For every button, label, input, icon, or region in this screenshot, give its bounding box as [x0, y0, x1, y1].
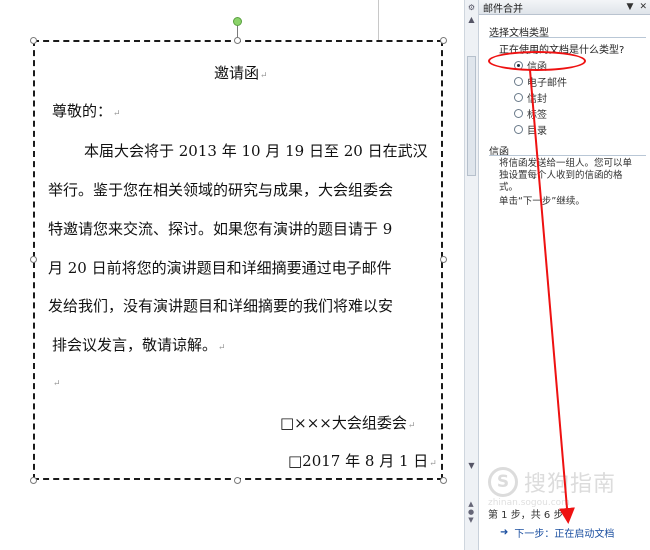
empty-paragraph: ↵ [53, 379, 61, 389]
scroll-thumb[interactable] [467, 56, 476, 176]
body-line: 发给我们，没有演讲题目和详细摘要的我们将难以安 [48, 297, 394, 315]
resize-handle-s[interactable] [234, 477, 241, 484]
resize-handle-n[interactable] [234, 37, 241, 44]
ruler-guide-line [378, 0, 379, 40]
sogou-logo-icon: S [488, 467, 518, 497]
resize-handle-nw[interactable] [30, 37, 37, 44]
radio-option-envelope[interactable]: 信封 [514, 90, 547, 105]
body-line: 举行。鉴于您在相关领域的研究与成果，大会组委会 [48, 181, 394, 199]
section-divider [489, 37, 646, 38]
radio-option-email[interactable]: 电子邮件 [514, 74, 567, 89]
next-step-label[interactable]: 下一步：正在启动文档 [514, 525, 614, 540]
resize-handle-w[interactable] [30, 256, 37, 263]
radio-button[interactable] [514, 125, 523, 134]
browse-object-icons[interactable]: ▲ ● ▼ [466, 500, 476, 524]
scroll-down-icon[interactable]: ▼ [466, 460, 477, 472]
watermark: S 搜狗指南 [478, 462, 650, 502]
pane-header: 邮件合并 ▼ ✕ [479, 0, 650, 15]
letter-salutation: 尊敬的：↵ [52, 102, 121, 120]
document-area[interactable]: 邀请函↵ 尊敬的：↵ 本届大会将于 2013 年 10 月 19 日至 20 日… [0, 0, 464, 550]
resize-handle-sw[interactable] [30, 477, 37, 484]
rotate-handle[interactable] [233, 17, 242, 26]
resize-handle-e[interactable] [440, 256, 447, 263]
body-line: 特邀请您来交流、探讨。如果您有演讲的题目请于 9 [48, 220, 393, 238]
watermark-text: 搜狗指南 [524, 472, 617, 497]
next-step-link[interactable]: ➜ 下一步：正在启动文档 [500, 525, 614, 540]
radio-option-label[interactable]: 标签 [514, 106, 547, 121]
step-indicator: 第 1 步，共 6 步 [488, 510, 564, 521]
vertical-scrollbar[interactable]: ⚙ ▲ ▼ [464, 0, 478, 550]
continue-hint: 单击“下一步”继续。 [499, 196, 585, 207]
letter-description: 将信函发送给一组人。您可以单独设置每个人收到的信函的格式。 [499, 158, 633, 193]
next-page-icon[interactable]: ▼ [466, 516, 476, 524]
radio-button[interactable] [514, 109, 523, 118]
letter-signature: □×××大会组委会↵ [280, 414, 416, 432]
body-line: 月 20 日前将您的演讲题目和详细摘要通过电子邮件 [48, 259, 392, 277]
resize-handle-ne[interactable] [440, 37, 447, 44]
letter-date: □2017 年 8 月 1 日↵ [288, 452, 437, 470]
letter-title: 邀请函↵ [214, 64, 268, 82]
radio-option-directory[interactable]: 目录 [514, 122, 547, 137]
annotation-ellipse [488, 51, 586, 71]
prev-page-icon[interactable]: ▲ [466, 500, 476, 508]
settings-icon[interactable]: ⚙ [466, 2, 477, 14]
arrow-right-icon: ➜ [500, 527, 509, 538]
scroll-up-icon[interactable]: ▲ [466, 14, 477, 26]
resize-handle-se[interactable] [440, 477, 447, 484]
section-divider [489, 155, 646, 156]
body-line-last: 排会议发言，敬请谅解。↵ [52, 336, 226, 354]
radio-button[interactable] [514, 77, 523, 86]
pane-menu-icon[interactable]: ▼ [627, 2, 634, 12]
pane-title: 邮件合并 [483, 3, 523, 15]
body-line: 本届大会将于 2013 年 10 月 19 日至 20 日在武汉 [84, 142, 428, 160]
radio-button[interactable] [514, 93, 523, 102]
select-browse-icon[interactable]: ● [466, 508, 476, 516]
close-icon[interactable]: ✕ [639, 2, 647, 12]
